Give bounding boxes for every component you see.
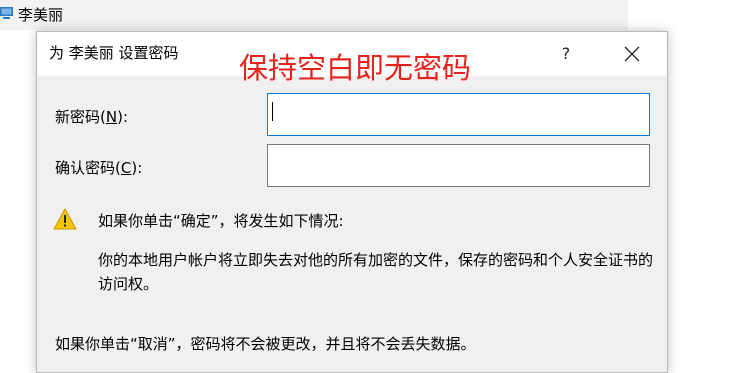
new-password-label: 新密码(N): (55, 108, 128, 126)
background-window-strip (0, 0, 628, 30)
new-password-input[interactable] (267, 93, 650, 136)
warning-heading: 如果你单击“确定”，将发生如下情况: (98, 212, 344, 230)
background-user-name: 李美丽 (18, 5, 64, 24)
warning-icon (53, 207, 77, 230)
confirm-password-input[interactable] (267, 144, 650, 187)
text-caret (272, 102, 273, 121)
cancel-note: 如果你单击“取消”，密码将不会被更改，并且将不会丢失数据。 (55, 335, 476, 353)
background-user-entry[interactable]: 李美丽 (0, 3, 63, 25)
set-password-dialog: 为 李美丽 设置密码 ? 保持空白即无密码 新密码(N): 确认密码(C): 如… (36, 31, 668, 373)
user-account-icon (0, 6, 14, 22)
dialog-title: 为 李美丽 设置密码 (49, 44, 179, 62)
red-annotation-text: 保持空白即无密码 (239, 51, 472, 85)
help-button[interactable]: ? (551, 41, 581, 67)
close-icon (624, 46, 640, 62)
warning-body: 你的本地用户帐户将立即失去对他的所有加密的文件，保存的密码和个人安全证书的访问权… (98, 251, 654, 293)
confirm-password-label: 确认密码(C): (55, 159, 143, 177)
close-button[interactable] (615, 39, 649, 69)
